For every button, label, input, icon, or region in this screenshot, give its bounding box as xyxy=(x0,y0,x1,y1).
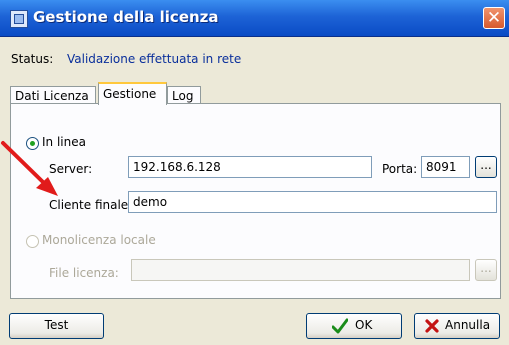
tab-gestione[interactable]: Gestione xyxy=(98,82,167,105)
cliente-finale-input[interactable]: demo xyxy=(128,191,497,213)
annulla-button[interactable]: Annulla xyxy=(414,313,500,339)
red-x-icon xyxy=(425,319,439,333)
app-window-icon xyxy=(10,10,28,28)
radio-monolicenza-locale[interactable] xyxy=(26,235,39,248)
cliente-finale-label: Cliente finale: xyxy=(49,198,133,212)
radio-monolicenza-label[interactable]: Monolicenza locale xyxy=(42,233,156,247)
file-licenza-label: File licenza: xyxy=(49,266,119,280)
window-title: Gestione della licenza xyxy=(33,8,219,26)
ok-label: OK xyxy=(355,318,373,332)
status-label: Status: xyxy=(11,52,54,66)
status-value: Validazione effettuata in rete xyxy=(67,52,242,66)
tab-log[interactable]: Log xyxy=(167,86,201,104)
browse-server-button[interactable]: ... xyxy=(475,156,497,178)
annotation-arrow-icon xyxy=(1,141,58,196)
file-licenza-input[interactable] xyxy=(131,259,470,281)
gestione-panel: In linea Server: 192.168.6.128 Porta: 80… xyxy=(10,103,501,299)
tab-dati-licenza[interactable]: Dati Licenza xyxy=(10,86,96,104)
close-button[interactable]: ✕ xyxy=(483,7,505,29)
green-check-icon xyxy=(332,318,348,334)
porta-input[interactable]: 8091 xyxy=(421,156,470,178)
porta-label: Porta: xyxy=(382,162,418,176)
test-button[interactable]: Test xyxy=(9,313,104,339)
server-input[interactable]: 192.168.6.128 xyxy=(128,156,372,178)
browse-file-button[interactable]: ... xyxy=(475,259,497,281)
title-bar: Gestione della licenza ✕ xyxy=(0,0,509,37)
ok-button[interactable]: OK xyxy=(306,313,402,339)
annulla-label: Annulla xyxy=(445,318,491,332)
